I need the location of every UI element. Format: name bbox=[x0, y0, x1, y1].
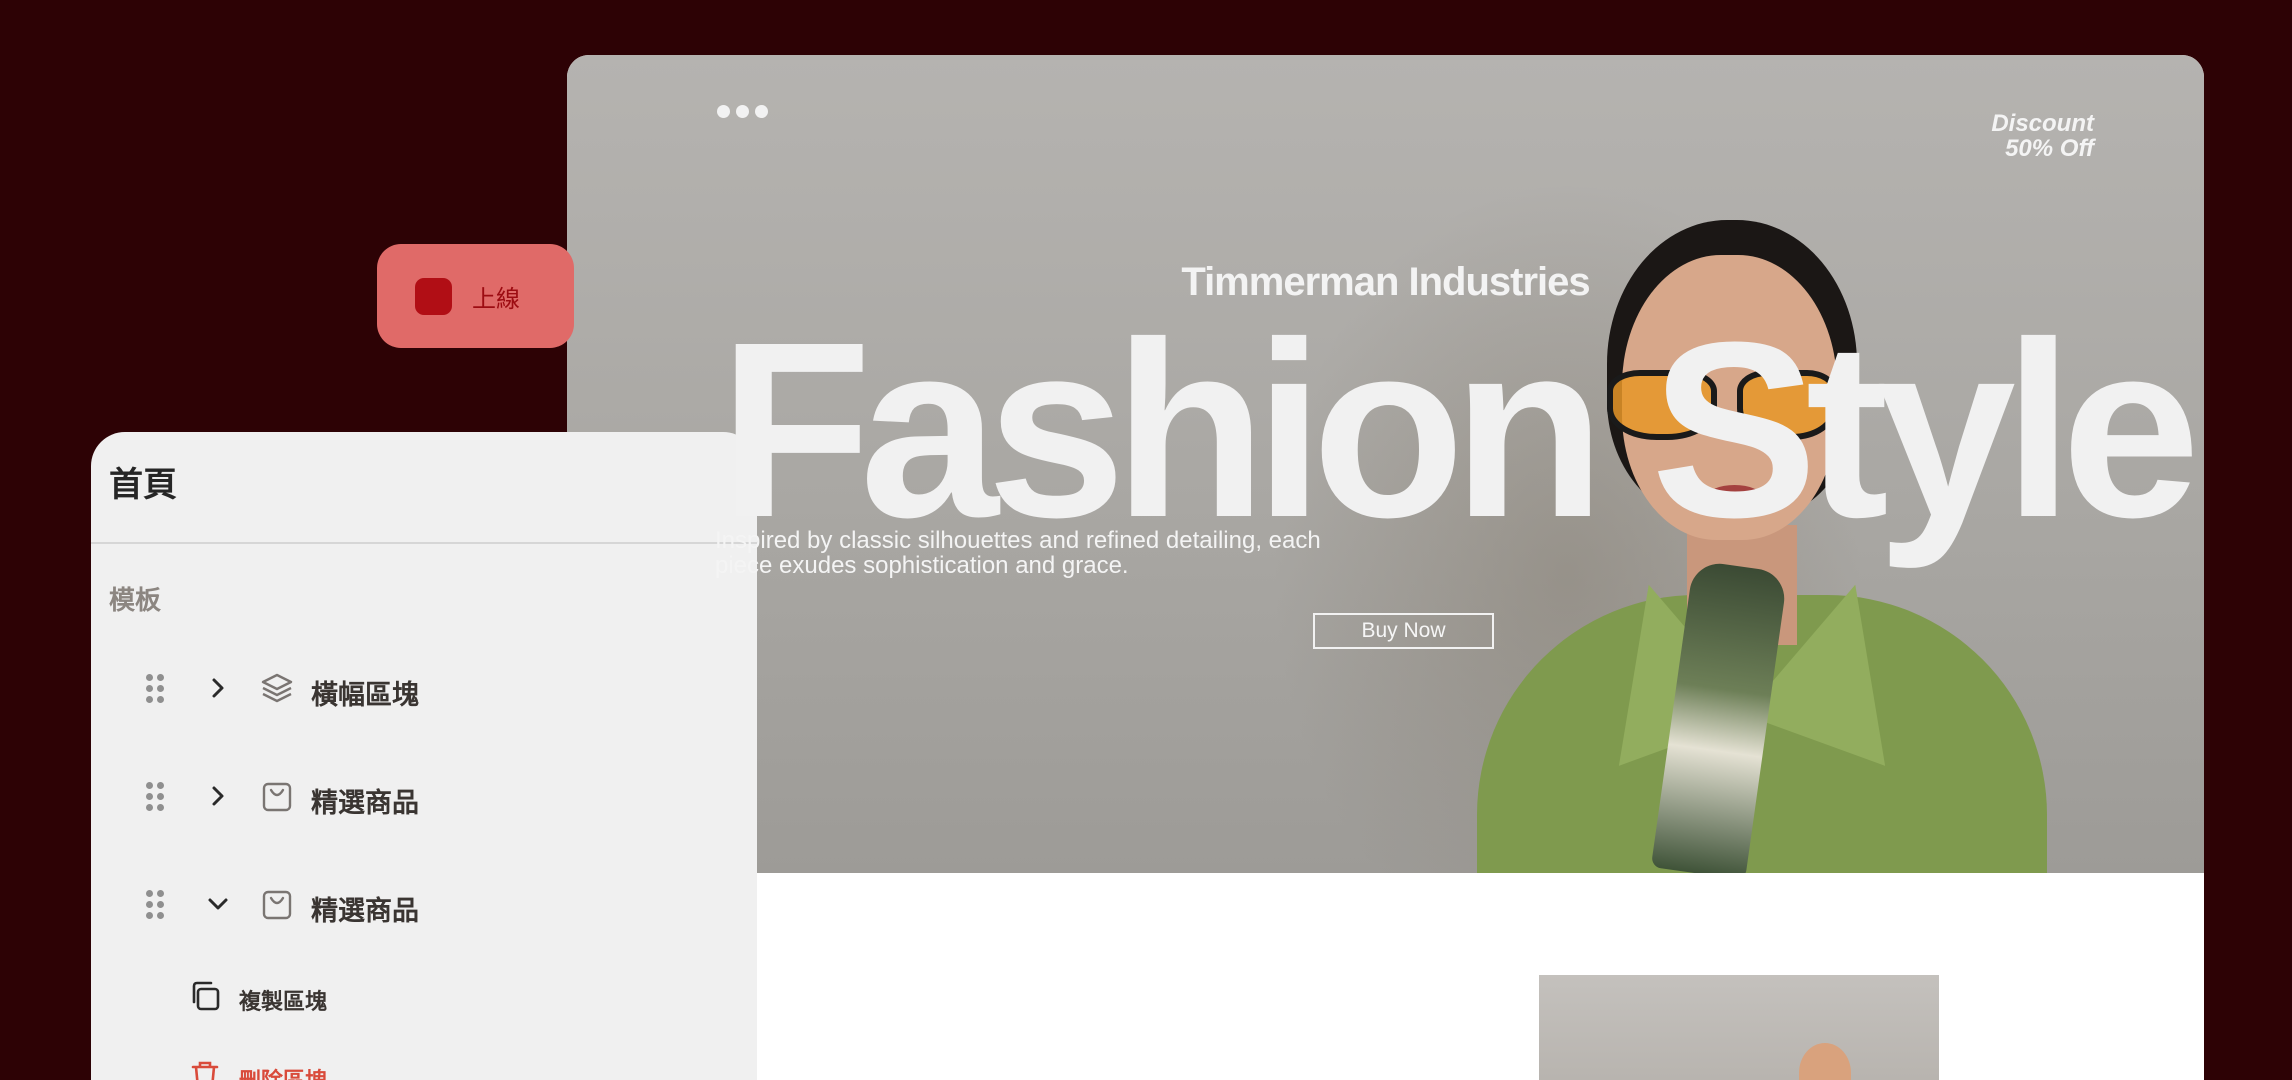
tagline-line-1: Inspired by classic silhouettes and refi… bbox=[715, 527, 1321, 554]
chevron-right-icon[interactable] bbox=[203, 781, 233, 811]
menu-dot bbox=[717, 105, 730, 118]
delete-block-button[interactable]: 刪除區塊 bbox=[187, 1052, 487, 1080]
panel-divider bbox=[91, 542, 757, 544]
panel-title: 首頁 bbox=[109, 466, 177, 504]
template-item-banner[interactable]: 橫幅區塊 bbox=[91, 652, 757, 722]
chevron-down-icon[interactable] bbox=[203, 889, 233, 919]
discount-line-2: 50% Off bbox=[2005, 135, 2094, 162]
drag-handle-icon[interactable] bbox=[146, 890, 164, 919]
buy-now-button[interactable]: Buy Now bbox=[1313, 613, 1494, 649]
layers-icon bbox=[261, 673, 293, 703]
duplicate-block-label: 複製區塊 bbox=[239, 989, 328, 1014]
hero-banner: Discount 50% Off Timmerman Industries Fa… bbox=[567, 55, 2204, 873]
publish-button[interactable]: 上線 bbox=[377, 244, 574, 348]
trash-icon bbox=[191, 1061, 219, 1080]
template-item-label: 精選商品 bbox=[311, 788, 419, 818]
hero-tagline: Inspired by classic silhouettes and refi… bbox=[715, 528, 1395, 578]
chevron-right-icon[interactable] bbox=[203, 673, 233, 703]
delete-block-label: 刪除區塊 bbox=[239, 1063, 327, 1080]
menu-dot bbox=[755, 105, 768, 118]
drag-handle-icon[interactable] bbox=[146, 782, 164, 811]
copy-icon bbox=[192, 981, 220, 1011]
page-structure-panel: 首頁 模板 橫幅區塊 精選商品 精選商品 複製區塊 bbox=[91, 432, 757, 1080]
product-image[interactable] bbox=[1539, 975, 1939, 1080]
template-item-featured-products-expanded[interactable]: 精選商品 bbox=[91, 868, 757, 938]
shopping-bag-icon bbox=[262, 782, 292, 812]
discount-label: Discount 50% Off bbox=[1991, 111, 2094, 161]
tagline-line-2: piece exudes sophistication and grace. bbox=[715, 552, 1129, 579]
publish-label: 上線 bbox=[472, 285, 520, 313]
more-menu-icon[interactable] bbox=[717, 105, 768, 118]
product-model bbox=[1799, 1043, 1851, 1080]
template-item-label: 精選商品 bbox=[311, 896, 419, 926]
menu-dot bbox=[736, 105, 749, 118]
hero-headline: Fashion Style bbox=[719, 290, 2200, 569]
storefront-preview: Discount 50% Off Timmerman Industries Fa… bbox=[567, 55, 2204, 1080]
template-item-label: 橫幅區塊 bbox=[311, 680, 419, 710]
discount-line-1: Discount bbox=[1991, 110, 2094, 137]
template-item-featured-products[interactable]: 精選商品 bbox=[91, 760, 757, 830]
publish-status-icon bbox=[415, 277, 452, 315]
drag-handle-icon[interactable] bbox=[146, 674, 164, 703]
section-label: 模板 bbox=[109, 585, 162, 615]
shopping-bag-icon bbox=[262, 890, 292, 920]
duplicate-block-button[interactable]: 複製區塊 bbox=[187, 973, 487, 1023]
